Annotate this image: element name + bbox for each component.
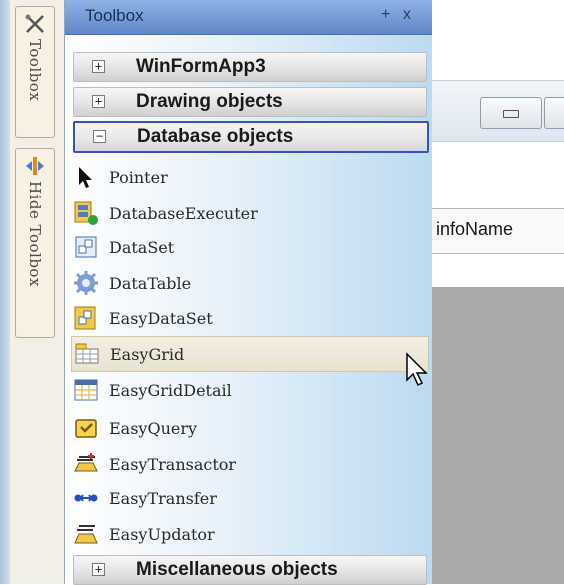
form-designer-area: infoName bbox=[432, 0, 564, 584]
mouse-cursor-icon bbox=[406, 352, 428, 387]
close-button[interactable]: x bbox=[403, 6, 411, 24]
toolbox-panel: Toolbox + x + WinFormApp3 + Drawing obje… bbox=[64, 0, 433, 585]
group-label: Drawing objects bbox=[136, 91, 283, 112]
toolbox-item-datatable[interactable]: DataTable bbox=[71, 266, 427, 300]
hide-toolbox-side-tab-label: Hide Toolbox bbox=[26, 181, 44, 287]
datatable-icon bbox=[74, 271, 98, 295]
group-label: Database objects bbox=[137, 126, 294, 147]
expand-toggle-icon[interactable]: + bbox=[92, 60, 105, 73]
group-label: WinFormApp3 bbox=[136, 56, 266, 77]
item-label: EasyDataSet bbox=[109, 308, 213, 328]
item-label: DatabaseExecuter bbox=[109, 203, 258, 223]
toolbox-item-easytransactor[interactable]: EasyTransactor bbox=[71, 447, 427, 481]
easy-updator-icon bbox=[74, 525, 98, 544]
database-executer-icon bbox=[74, 201, 98, 225]
grid-empty-area bbox=[432, 287, 564, 584]
item-label: Pointer bbox=[109, 167, 168, 187]
item-label: EasyQuery bbox=[109, 418, 198, 438]
item-label: EasyGrid bbox=[110, 344, 185, 364]
item-label: EasyTransactor bbox=[109, 454, 237, 474]
toolbox-item-pointer[interactable]: Pointer bbox=[71, 160, 427, 194]
easy-grid-icon bbox=[75, 343, 99, 364]
toolbox-item-easyupdator[interactable]: EasyUpdator bbox=[71, 517, 427, 551]
toolbox-title: Toolbox bbox=[85, 6, 144, 25]
expand-toggle-icon[interactable]: + bbox=[92, 563, 105, 576]
easy-dataset-icon bbox=[74, 306, 96, 330]
pointer-icon bbox=[79, 167, 92, 188]
group-label: Miscellaneous objects bbox=[136, 559, 338, 580]
item-label: DataSet bbox=[109, 237, 175, 257]
window-edge bbox=[0, 0, 10, 584]
hide-toolbox-side-tab[interactable]: Hide Toolbox bbox=[15, 148, 55, 338]
toolbox-item-easygrid[interactable]: EasyGrid bbox=[71, 336, 429, 372]
item-label: EasyUpdator bbox=[109, 524, 215, 544]
toolbox-icon bbox=[25, 14, 44, 33]
easy-transactor-icon bbox=[74, 453, 98, 472]
minimize-icon bbox=[503, 110, 519, 118]
grid-column-header[interactable]: infoName bbox=[432, 208, 564, 254]
item-label: EasyGridDetail bbox=[109, 380, 232, 400]
toolbox-title-bar: Toolbox + x bbox=[65, 0, 432, 35]
toolbox-item-easydataset[interactable]: EasyDataSet bbox=[71, 301, 427, 335]
side-tab-strip: Toolbox Hide Toolbox bbox=[0, 0, 65, 584]
dataset-icon bbox=[75, 236, 97, 258]
easy-transfer-icon bbox=[74, 494, 98, 502]
group-miscellaneous-objects[interactable]: + Miscellaneous objects bbox=[73, 555, 427, 585]
toolbox-item-easyquery[interactable]: EasyQuery bbox=[71, 411, 427, 445]
toolbox-side-tab-label: Toolbox bbox=[26, 39, 44, 102]
window-button[interactable] bbox=[544, 97, 564, 129]
toolbox-item-easytransfer[interactable]: EasyTransfer bbox=[71, 481, 427, 515]
collapse-toggle-icon[interactable]: − bbox=[93, 130, 106, 143]
hide-toolbox-icon bbox=[26, 157, 44, 175]
item-label: EasyTransfer bbox=[109, 488, 217, 508]
group-drawing-objects[interactable]: + Drawing objects bbox=[73, 87, 427, 117]
toolbox-item-dataset[interactable]: DataSet bbox=[71, 230, 427, 264]
toolbox-item-easygriddetail[interactable]: EasyGridDetail bbox=[71, 373, 427, 407]
column-header-label: infoName bbox=[436, 219, 514, 239]
toolbox-item-databaseexecuter[interactable]: DatabaseExecuter bbox=[71, 196, 427, 230]
pin-button[interactable]: + bbox=[381, 6, 390, 24]
group-winformapp3[interactable]: + WinFormApp3 bbox=[73, 52, 427, 82]
easy-grid-detail-icon bbox=[74, 379, 98, 401]
group-database-objects[interactable]: − Database objects bbox=[73, 121, 429, 153]
expand-toggle-icon[interactable]: + bbox=[92, 95, 105, 108]
item-label: DataTable bbox=[109, 273, 192, 293]
toolbox-side-tab[interactable]: Toolbox bbox=[15, 6, 55, 138]
minimize-button[interactable] bbox=[480, 97, 542, 129]
easy-query-icon bbox=[75, 419, 97, 438]
